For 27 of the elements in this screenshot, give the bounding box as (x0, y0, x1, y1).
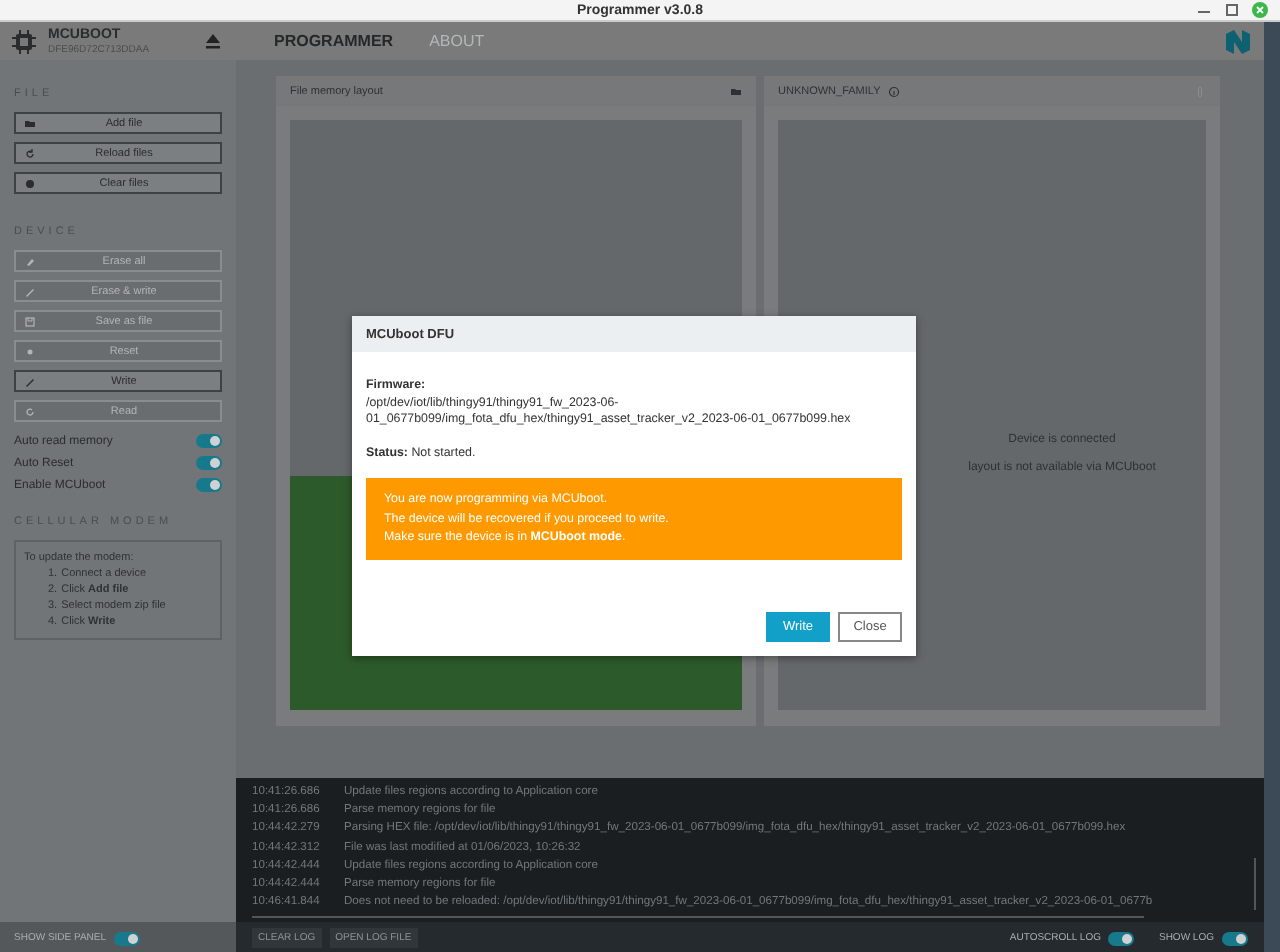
folder-icon (24, 117, 36, 129)
refresh-icon (24, 147, 36, 159)
dot-icon (24, 345, 36, 357)
toggle-switch[interactable] (1108, 931, 1135, 945)
eject-icon[interactable] (204, 32, 222, 50)
toggle-switch[interactable] (114, 931, 141, 945)
eraser-icon (24, 255, 36, 267)
scroll-indicator-icon (1194, 85, 1206, 97)
toggle-switch[interactable] (1222, 931, 1248, 945)
pencil-icon (24, 285, 36, 297)
refresh-icon (24, 405, 36, 417)
folder-icon[interactable] (730, 85, 742, 97)
circle-icon (24, 177, 36, 189)
maximize-icon[interactable] (1224, 2, 1240, 18)
pencil-icon (24, 375, 36, 387)
close-icon[interactable] (1252, 2, 1268, 18)
toggle-switch[interactable] (196, 434, 222, 448)
toggle-switch[interactable] (196, 456, 222, 470)
save-icon (24, 315, 36, 327)
scrollbar[interactable] (252, 915, 1144, 918)
info-icon[interactable] (888, 85, 901, 97)
toggle-switch[interactable] (196, 478, 222, 492)
tab[interactable]: ABOUT (417, 32, 497, 50)
tab[interactable]: PROGRAMMER (262, 32, 406, 50)
scrollbar[interactable] (1253, 858, 1256, 910)
logo-icon (1224, 27, 1252, 55)
chip-icon (12, 29, 36, 53)
